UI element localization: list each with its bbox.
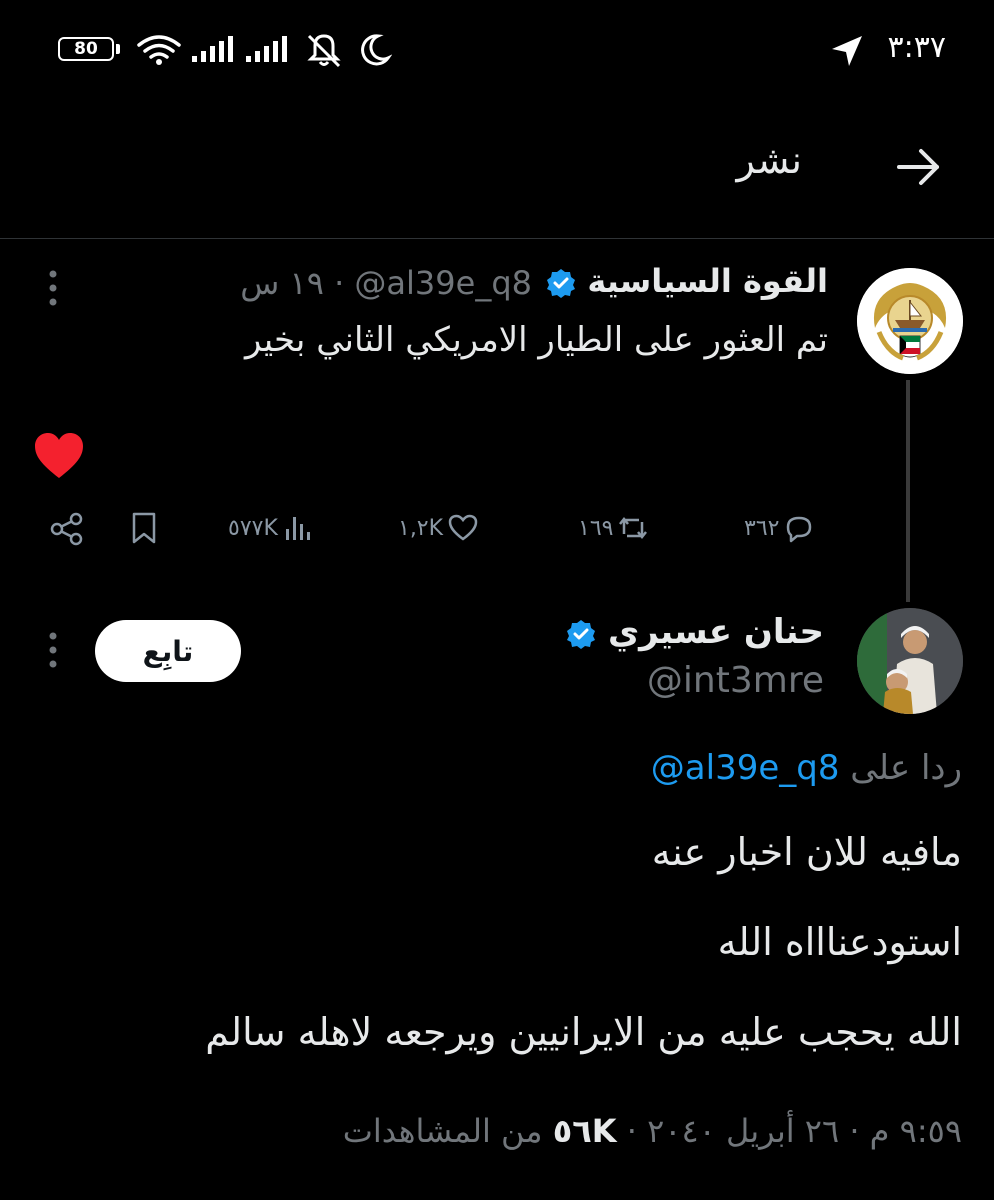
bookmark-icon[interactable] [126,510,162,546]
like-action[interactable]: ١,٢K [398,506,479,550]
meta-separator: · [334,264,345,302]
tweet-meta: @al39e_q8 · ١٩ س [240,264,532,302]
thread-connector-line [906,380,910,602]
more-dots-icon[interactable] [46,268,60,308]
status-time: ٣:٣٧ [887,30,946,65]
location-arrow-icon [832,36,862,66]
tweet-text: تم العثور على الطيار الامريكي الثاني بخي… [244,320,828,360]
post-time: ٩:٥٩ م [869,1112,962,1150]
signal-icon-2 [246,36,287,62]
heart-filled-icon[interactable] [33,432,85,480]
retweet-icon [619,516,648,540]
share-icon[interactable] [48,510,86,548]
views-total: ٥٦K [552,1112,617,1150]
battery-level: 80 [74,39,98,59]
reply-text-line: استودعناااه الله [717,920,962,964]
reply-action[interactable]: ٣٦٢ [744,506,815,550]
tweet-author[interactable]: القوة السياسية [546,262,828,300]
views-icon [285,517,310,540]
verified-badge-icon [547,269,576,298]
portrait-avatar-image [857,608,963,714]
reply-handle[interactable]: @int3mre [647,660,824,701]
retweet-count: ١٦٩ [578,515,614,541]
tweet-handle[interactable]: @al39e_q8 [354,264,532,302]
battery-icon: 80 [58,37,114,61]
back-arrow-icon[interactable] [895,142,945,192]
avatar[interactable] [857,608,963,714]
tweet-time-ago: ١٩ س [240,264,324,302]
reply-mention-link[interactable]: @al39e_q8 [651,748,840,788]
verified-badge-icon [567,619,596,649]
retweet-action[interactable]: ١٦٩ [578,506,649,550]
page-title: نشر [736,138,802,182]
reply-author[interactable]: حنان عسيري [566,612,824,652]
mute-icon [307,34,341,68]
reply-text-line: مافيه للان اخبار عنه [651,830,962,874]
views-action[interactable]: ٥٧٧K [228,506,314,550]
reply-prefix: ردا على [850,748,962,788]
reply-author-name[interactable]: حنان عسيري [608,612,824,652]
signal-icon [192,36,233,62]
author-name[interactable]: القوة السياسية [587,262,828,300]
battery-cap [116,44,120,54]
replying-to: ردا على @al39e_q8 [651,748,962,788]
views-count: ٥٧٧K [228,515,278,541]
reply-footer-meta: ٩:٥٩ م · ٢٦ أبريل ٢٠٤٠ · ٥٦K من المشاهدا… [342,1112,962,1150]
reply-icon [787,516,812,543]
header-divider [0,238,994,239]
views-label: من المشاهدات [342,1112,543,1150]
like-icon [448,514,478,541]
reply-count: ٣٦٢ [744,515,780,541]
wifi-icon [137,35,181,65]
like-count: ١,٢K [398,515,444,541]
more-dots-icon[interactable] [46,630,60,670]
post-date: ٢٦ أبريل ٢٠٤٠ [647,1112,840,1150]
reply-text-line: الله يحجب عليه من الايرانيين ويرجعه لاهل… [205,1010,962,1054]
moon-icon [361,34,392,66]
follow-button[interactable]: تابِع [95,620,241,682]
emblem-avatar-image [857,268,963,374]
avatar[interactable] [857,268,963,374]
